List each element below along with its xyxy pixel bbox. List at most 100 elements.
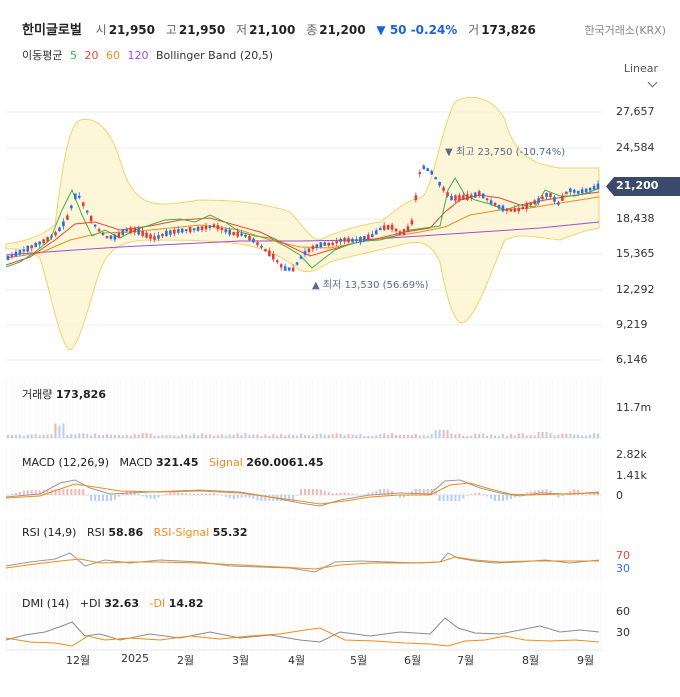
candle-body [272,253,275,260]
volume-bar [430,433,433,438]
volume-bar [201,433,204,438]
chart-canvas[interactable]: ▼ 최고 23,750 (-10.74%) ▲ 최저 13,530 (56.69… [0,0,680,697]
volume-bar [490,434,493,438]
volume-bar [224,435,227,438]
candle-body [275,260,279,263]
macd-hist-bar [181,492,184,495]
candle-body [81,202,85,207]
volume-bar [212,435,215,438]
volume-bar [307,435,310,438]
candle-body [588,187,592,191]
macd-hist-bar [169,492,172,495]
candle-body [454,195,457,201]
candle-body [220,227,224,231]
candle-body [323,242,327,246]
macd-tick: 0 [616,489,623,502]
candle-body [291,267,295,272]
volume-bar [105,434,108,438]
candle-body [165,230,168,237]
volume-bar [288,434,291,438]
volume-bar [501,434,504,438]
volume-bar [466,435,469,438]
macd-hist-bar [197,493,200,495]
volume-bar [335,433,338,438]
macd-hist-bar [232,495,235,500]
macd-hist-bar [165,493,168,495]
candle-body [497,205,501,209]
macd-hist-bar [18,491,21,495]
macd-hist-bar [189,493,192,495]
macd-hist-bar [319,489,322,495]
x-tick: 2월 [177,654,195,667]
volume-bar [94,433,97,438]
volume-bar [486,435,489,438]
candle-body [315,244,319,248]
volume-bar [157,435,160,438]
volume-bar [347,434,350,438]
candle-body [458,195,461,201]
macd-hist-bar [307,489,310,495]
macd-hist-bar [201,493,204,495]
macd-hist-bar [355,494,358,496]
macd-hist-bar [177,492,180,495]
macd-hist-bar [509,495,512,500]
candle-body [414,195,418,201]
macd-hist-bar [109,495,112,501]
candle-body [327,242,331,246]
macd-hist-bar [26,490,29,495]
volume-bar [46,434,49,438]
macd-hist-bar [157,495,160,498]
volume-bar [505,435,508,438]
volume-bar [189,435,192,438]
candle-body [367,234,370,240]
candle-body [77,195,81,198]
candle-body [283,266,287,271]
volume-bar [78,433,81,438]
volume-bar [117,434,120,438]
macd-hist-bar [490,495,493,499]
candle-body [264,249,267,252]
x-tick: 3월 [232,654,250,667]
price-tick: 27,657 [616,105,655,118]
volume-bar [581,435,584,438]
x-tick: 6월 [404,654,422,667]
bollinger-band [5,96,600,351]
candle-body [42,239,45,244]
candle-body [153,236,156,240]
candle-body [311,245,315,250]
volume-bar [498,435,501,438]
candle-body [390,224,394,230]
volume-bar [177,435,180,438]
volume-bar [426,435,429,438]
macd-hist-bar [323,490,326,495]
volume-bar [470,435,473,438]
macd-hist-bar [10,493,13,495]
macd-hist-bar [303,489,306,495]
volume-bar [129,435,132,438]
volume-bar [458,433,461,438]
price-tick: 12,292 [616,283,655,296]
candle-body [462,195,465,200]
macd-hist-bar [66,489,69,495]
volume-bar [517,433,520,438]
volume-bar [50,434,53,438]
candle-body [38,241,41,245]
macd-hist-bar [359,495,362,496]
volume-bar [395,435,398,438]
volume-bar [280,434,283,438]
candle-body [386,224,390,230]
candle-body [359,236,362,243]
candle-body [446,192,449,197]
volume-bar [228,434,231,438]
candle-body [466,194,469,200]
volume-bar [121,435,124,438]
candle-body [434,177,437,180]
candle-body [89,215,93,222]
macd-hist-bar [450,495,453,501]
price-tick: 24,584 [616,141,655,154]
candle-body [58,227,61,232]
volume-bar [10,434,13,438]
candle-body [450,195,453,201]
macd-hist-bar [561,495,564,497]
candle-body [489,200,493,204]
